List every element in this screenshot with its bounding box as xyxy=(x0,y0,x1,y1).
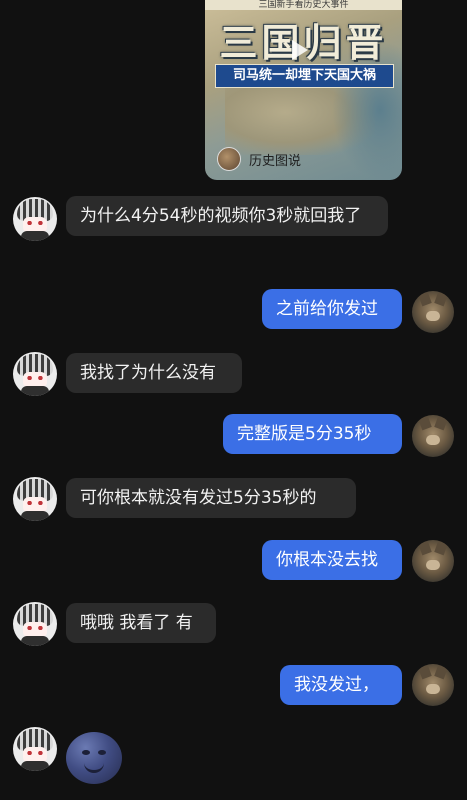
emoji-eye-left xyxy=(82,750,90,755)
avatar-body xyxy=(21,761,49,771)
contact-avatar[interactable] xyxy=(13,352,57,396)
play-icon[interactable] xyxy=(292,40,308,60)
avatar-body xyxy=(21,231,49,241)
avatar-eyes xyxy=(26,751,44,755)
message-bubble-incoming[interactable]: 为什么4分54秒的视频你3秒就回我了 xyxy=(66,196,388,236)
video-subtitle: 司马统一却埋下天国大祸 xyxy=(215,64,394,88)
source-name: 历史图说 xyxy=(249,153,302,169)
message-bubble-incoming[interactable]: 哦哦 我看了 有 xyxy=(66,603,216,643)
contact-avatar[interactable] xyxy=(13,602,57,646)
contact-avatar[interactable] xyxy=(13,727,57,771)
avatar-body xyxy=(21,636,49,646)
my-avatar[interactable] xyxy=(412,540,454,582)
avatar-ear-left xyxy=(418,291,432,307)
avatar-snout xyxy=(426,435,440,445)
my-avatar[interactable] xyxy=(412,291,454,333)
avatar-ear-right xyxy=(434,664,448,680)
my-avatar[interactable] xyxy=(412,664,454,706)
avatar-snout xyxy=(426,684,440,694)
message-bubble-outgoing[interactable]: 之前给你发过 xyxy=(262,289,402,329)
video-source: 历史图说 xyxy=(217,147,302,171)
contact-avatar[interactable] xyxy=(13,197,57,241)
message-bubble-outgoing[interactable]: 我没发过， xyxy=(280,665,402,705)
video-top-caption: 三国新手看历史大事件 xyxy=(205,0,402,10)
avatar-body xyxy=(21,511,49,521)
avatar-eyes xyxy=(26,221,44,225)
avatar-ear-right xyxy=(434,291,448,307)
message-bubble-outgoing[interactable]: 你根本没去找 xyxy=(262,540,402,580)
message-bubble-outgoing[interactable]: 完整版是5分35秒 xyxy=(223,414,402,454)
avatar-eyes xyxy=(26,376,44,380)
avatar-snout xyxy=(426,311,440,321)
avatar-snout xyxy=(426,560,440,570)
my-avatar[interactable] xyxy=(412,415,454,457)
avatar-ear-right xyxy=(434,415,448,431)
message-bubble-incoming[interactable]: 可你根本就没有发过5分35秒的 xyxy=(66,478,356,518)
avatar-ear-left xyxy=(418,415,432,431)
avatar-ear-left xyxy=(418,540,432,556)
message-bubble-incoming[interactable]: 我找了为什么没有 xyxy=(66,353,242,393)
emoji-mouth xyxy=(84,762,104,773)
shared-video-card[interactable]: 三国新手看历史大事件 三国归晋 司马统一却埋下天国大祸 历史图说 xyxy=(205,0,402,180)
avatar-eyes xyxy=(26,626,44,630)
contact-avatar[interactable] xyxy=(13,477,57,521)
source-avatar xyxy=(217,147,241,171)
avatar-eyes xyxy=(26,501,44,505)
avatar-body xyxy=(21,386,49,396)
moon-face-emoji-sticker[interactable] xyxy=(66,732,122,784)
emoji-eye-right xyxy=(98,750,106,755)
avatar-ear-right xyxy=(434,540,448,556)
avatar-ear-left xyxy=(418,664,432,680)
